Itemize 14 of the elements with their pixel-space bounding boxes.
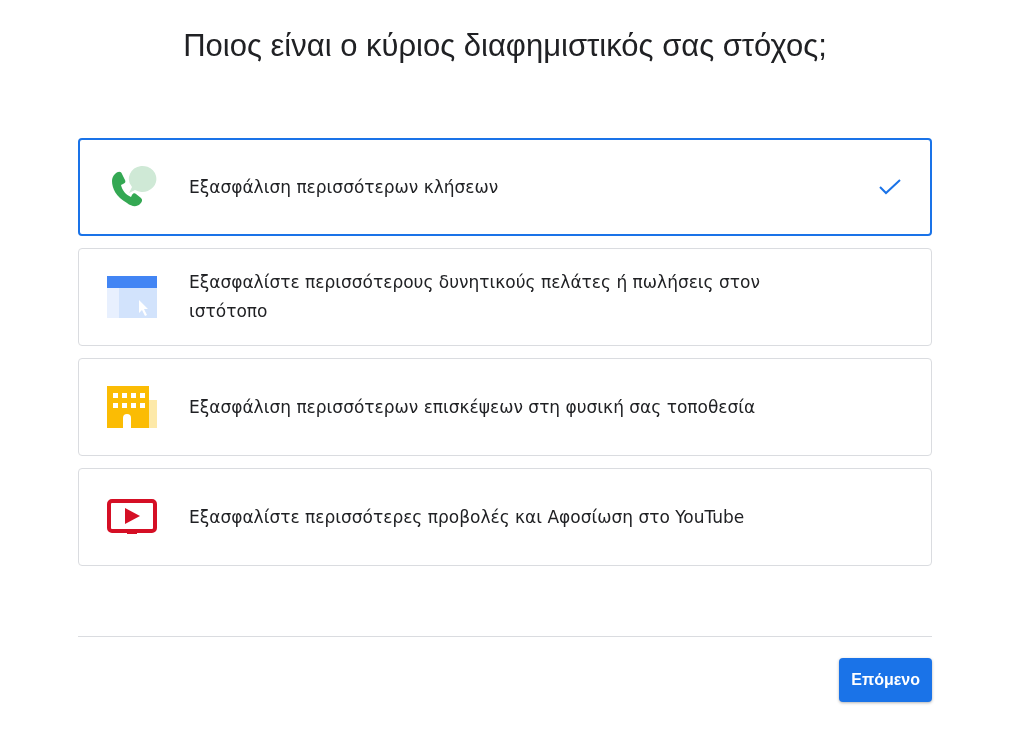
goal-option[interactable]: Εξασφαλίστε περισσότερες προβολές και Αφοσίωση στο YouTube	[78, 468, 932, 566]
page-title: Ποιος είναι ο κύριος διαφημιστικός σας στόχος;	[182, 27, 828, 65]
goal-option[interactable]: Εξασφαλίστε περισσότερους δυνητικούς πελάτες ή πωλήσεις στον ιστότοπο	[78, 248, 932, 346]
video-screen-icon	[107, 499, 157, 535]
option-label: Εξασφάλιση περισσότερων κλήσεων	[189, 175, 500, 199]
building-icon	[107, 386, 157, 428]
option-label: Εξασφαλίστε περισσότερες προβολές και Αφοσίωση στο YouTube	[189, 505, 746, 529]
option-label: Εξασφάλιση περισσότερων επισκέψεων στη φυσική σας τοποθεσία	[189, 395, 757, 419]
browser-window-icon	[107, 276, 157, 318]
next-button[interactable]: Επόμενο	[839, 658, 932, 702]
goal-option[interactable]: Εξασφάλιση περισσότερων κλήσεων	[78, 138, 932, 236]
goal-option[interactable]: Εξασφάλιση περισσότερων επισκέψεων στη φυσική σας τοποθεσία	[78, 358, 932, 456]
checkmark-icon	[879, 179, 901, 195]
option-label: Εξασφαλίστε περισσότερους δυνητικούς πελάτες ή πωλήσεις στον ιστότοπο	[189, 271, 761, 323]
